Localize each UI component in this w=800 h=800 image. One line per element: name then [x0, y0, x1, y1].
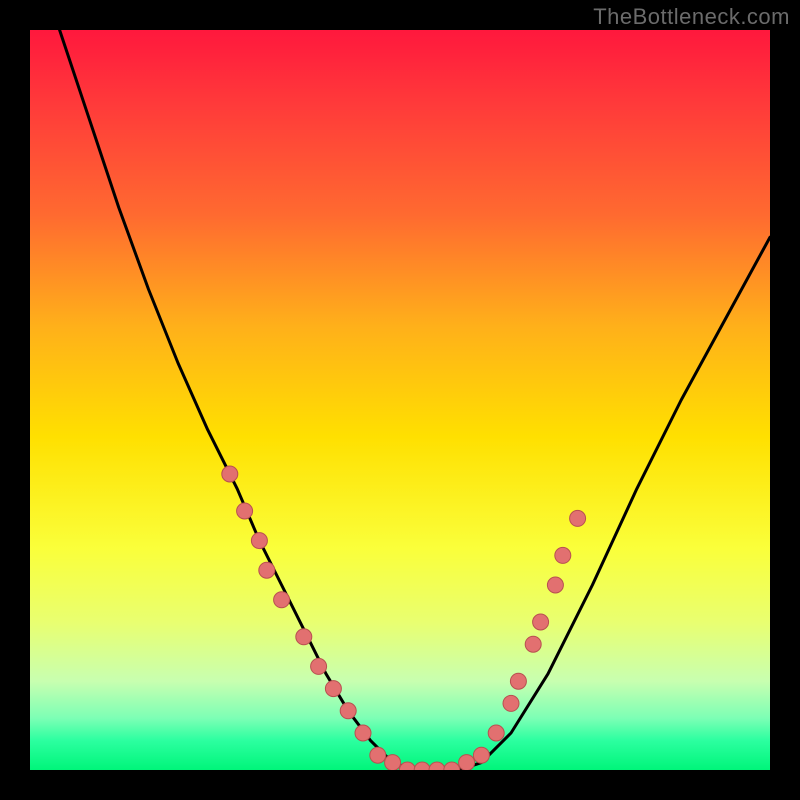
- marker-point: [399, 762, 415, 770]
- marker-point: [533, 614, 549, 630]
- marker-point: [444, 762, 460, 770]
- marker-point: [429, 762, 445, 770]
- marker-point: [547, 577, 563, 593]
- marker-point: [251, 533, 267, 549]
- marker-point: [325, 681, 341, 697]
- marker-point: [555, 547, 571, 563]
- marker-point: [355, 725, 371, 741]
- marker-point: [296, 629, 312, 645]
- marker-point: [222, 466, 238, 482]
- marker-point: [237, 503, 253, 519]
- marker-point: [488, 725, 504, 741]
- marker-point: [570, 510, 586, 526]
- marker-group: [222, 466, 586, 770]
- marker-point: [503, 695, 519, 711]
- marker-point: [473, 747, 489, 763]
- marker-point: [311, 658, 327, 674]
- marker-point: [525, 636, 541, 652]
- marker-point: [414, 762, 430, 770]
- marker-point: [274, 592, 290, 608]
- marker-point: [510, 673, 526, 689]
- marker-point: [370, 747, 386, 763]
- watermark-text: TheBottleneck.com: [593, 4, 790, 30]
- chart-overlay: [30, 30, 770, 770]
- marker-point: [459, 755, 475, 770]
- marker-point: [340, 703, 356, 719]
- bottleneck-curve: [60, 30, 770, 770]
- marker-point: [259, 562, 275, 578]
- marker-point: [385, 755, 401, 770]
